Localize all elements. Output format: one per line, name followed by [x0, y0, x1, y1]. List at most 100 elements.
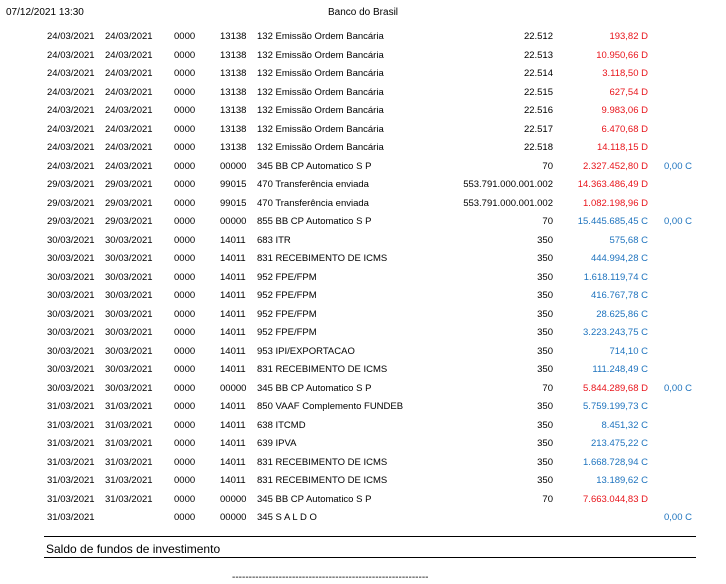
balance-date-cell: 29/03/2021 [105, 179, 153, 190]
agency-cell: 0000 [174, 234, 196, 246]
agency-cell: 0000 [174, 179, 196, 190]
description-cell: 345 BB CP Automatico S P [257, 493, 372, 505]
lot-cell: 14011 [220, 456, 246, 468]
date-cell: 30/03/2021 [47, 308, 95, 320]
date-cell: 31/03/2021 [47, 438, 95, 449]
table-row: 24/03/2021 24/03/2021 0000 13138 132 Emissão… [0, 139, 726, 158]
balance-cell: 0,00 C [664, 160, 692, 172]
table-row: 30/03/2021 30/03/2021 0000 00000 345 BB CP A… [0, 380, 726, 399]
agency-cell: 0000 [174, 456, 196, 468]
agency-cell: 0000 [174, 475, 196, 486]
description-cell: 683 ITR [257, 234, 291, 246]
lot-cell: 14011 [220, 438, 246, 449]
agency-cell: 0000 [174, 512, 196, 523]
amount-cell: 8.451,32 C [601, 419, 648, 431]
balance-date-cell: 30/03/2021 [105, 290, 153, 301]
agency-cell: 0000 [174, 68, 196, 79]
document-cell: 350 [537, 419, 553, 431]
document-cell: 350 [537, 475, 553, 486]
description-cell: 831 RECEBIMENTO DE ICMS [257, 253, 388, 264]
document-cell: 70 [542, 382, 553, 394]
section-divider-bottom [44, 557, 696, 558]
section-title: Saldo de fundos de investimento [46, 542, 221, 556]
lot-cell: 14011 [220, 234, 246, 246]
document-cell: 350 [537, 345, 553, 357]
balance-date-cell: 29/03/2021 [105, 216, 153, 227]
lot-cell: 99015 [220, 179, 247, 190]
document-cell: 350 [537, 253, 553, 264]
description-cell: 132 Emissão Ordem Bancária [257, 142, 384, 153]
lot-cell: 13138 [220, 105, 247, 116]
table-row: 24/03/2021 24/03/2021 0000 13138 132 Emissão… [0, 65, 726, 84]
document-cell: 350 [537, 308, 553, 320]
agency-cell: 0000 [174, 419, 196, 431]
amount-cell: 5.844.289,68 D [583, 382, 648, 394]
balance-date-cell: 24/03/2021 [105, 142, 153, 153]
agency-cell: 0000 [174, 105, 196, 116]
date-cell: 31/03/2021 [47, 493, 95, 505]
date-cell: 24/03/2021 [47, 31, 95, 42]
agency-cell: 0000 [174, 86, 196, 98]
description-cell: 132 Emissão Ordem Bancária [257, 31, 384, 42]
balance-date-cell: 24/03/2021 [105, 86, 153, 98]
table-row: 29/03/2021 29/03/2021 0000 00000 855 BB CP A… [0, 213, 726, 232]
document-cell: 22.514 [523, 68, 553, 79]
date-cell: 24/03/2021 [47, 123, 95, 135]
balance-date-cell: 31/03/2021 [105, 401, 153, 412]
table-row: 30/03/2021 30/03/2021 0000 14011 952 FPE/FPM… [0, 269, 726, 288]
lot-cell: 13138 [220, 86, 247, 98]
table-row: 31/03/2021 31/03/2021 0000 14011 850 VAAF Co… [0, 398, 726, 417]
amount-cell: 3.223.243,75 C [583, 327, 648, 338]
agency-cell: 0000 [174, 345, 196, 357]
date-cell: 30/03/2021 [47, 271, 95, 283]
date-cell: 31/03/2021 [47, 401, 95, 412]
document-cell: 70 [542, 493, 553, 505]
date-cell: 24/03/2021 [47, 105, 95, 116]
document-cell: 350 [537, 327, 553, 338]
document-cell: 22.518 [523, 142, 553, 153]
date-cell: 30/03/2021 [47, 234, 95, 246]
lot-cell: 14011 [220, 327, 246, 338]
agency-cell: 0000 [174, 438, 196, 449]
balance-date-cell: 24/03/2021 [105, 68, 153, 79]
table-row: 24/03/2021 24/03/2021 0000 13138 132 Emissão… [0, 47, 726, 66]
table-row: 30/03/2021 30/03/2021 0000 14011 683 ITR 350 5… [0, 232, 726, 251]
table-row: 31/03/2021 31/03/2021 0000 14011 831 RECEBIM… [0, 454, 726, 473]
description-cell: 132 Emissão Ordem Bancária [257, 68, 384, 79]
agency-cell: 0000 [174, 197, 196, 209]
document-cell: 553.791.000.001.002 [463, 179, 553, 190]
date-cell: 24/03/2021 [47, 49, 95, 61]
document-cell: 22.517 [523, 123, 553, 135]
amount-cell: 9.983,06 D [601, 105, 648, 116]
document-cell: 350 [537, 438, 553, 449]
lot-cell: 99015 [220, 197, 247, 209]
lot-cell: 14011 [220, 253, 246, 264]
date-cell: 30/03/2021 [47, 327, 95, 338]
date-cell: 31/03/2021 [47, 456, 95, 468]
agency-cell: 0000 [174, 401, 196, 412]
table-row: 31/03/2021 31/03/2021 0000 14011 831 RECEBIM… [0, 472, 726, 491]
date-cell: 24/03/2021 [47, 142, 95, 153]
date-cell: 29/03/2021 [47, 216, 95, 227]
balance-date-cell: 30/03/2021 [105, 345, 153, 357]
balance-date-cell: 30/03/2021 [105, 382, 153, 394]
amount-cell: 3.118,50 D [602, 68, 648, 79]
document-cell: 22.515 [523, 86, 553, 98]
date-cell: 31/03/2021 [47, 512, 95, 523]
lot-cell: 14011 [220, 290, 246, 301]
balance-date-cell: 31/03/2021 [105, 493, 153, 505]
balance-date-cell: 30/03/2021 [105, 271, 153, 283]
balance-date-cell: 24/03/2021 [105, 31, 153, 42]
amount-cell: 6.470,68 D [601, 123, 648, 135]
bank-name: Banco do Brasil [327, 7, 399, 18]
table-row: 31/03/2021 31/03/2021 0000 14011 639 IPVA 350… [0, 435, 726, 454]
lot-cell: 14011 [220, 401, 246, 412]
balance-date-cell: 24/03/2021 [105, 160, 153, 172]
amount-cell: 15.445.685,45 C [577, 216, 648, 227]
lot-cell: 14011 [220, 419, 246, 431]
date-cell: 30/03/2021 [47, 382, 95, 394]
balance-date-cell: 24/03/2021 [105, 49, 153, 61]
agency-cell: 0000 [174, 382, 196, 394]
date-cell: 31/03/2021 [47, 475, 95, 486]
table-row: 30/03/2021 30/03/2021 0000 14011 952 FPE/FPM… [0, 324, 726, 343]
